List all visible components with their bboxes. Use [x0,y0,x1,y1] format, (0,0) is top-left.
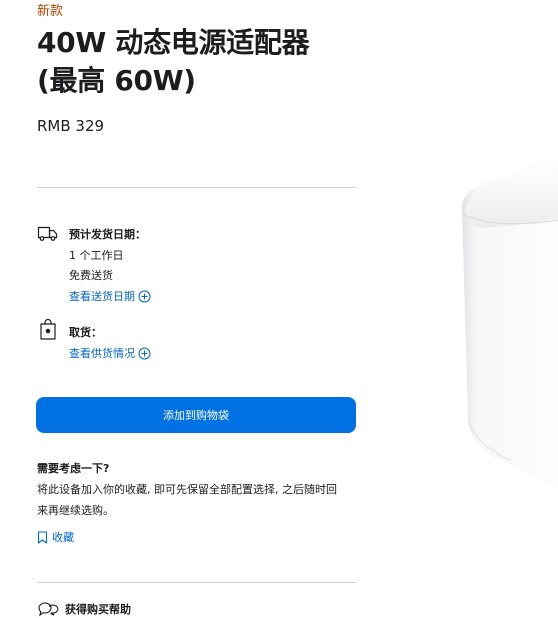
chat-bubbles-icon [38,602,59,617]
new-badge: 新款 [37,4,64,19]
check-delivery-dates-label: 查看送货日期 [69,290,135,303]
shopping-bag-icon [37,318,61,346]
product-title-line2: (最高 60W) [37,64,196,97]
help-section[interactable]: 获得购买帮助 [37,600,131,618]
product-price: RMB 329 [37,117,105,135]
save-label: 收藏 [52,531,74,544]
add-to-bag-button[interactable]: 添加到购物袋 [36,397,356,433]
delivery-free: 免费送货 [69,269,113,282]
consider-text: 将此设备加入你的收藏, 即可先保留全部配置选择, 之后随时回来再继续选购。 [37,483,337,517]
pickup-heading: 取货： [69,326,102,339]
bookmark-icon [37,530,48,544]
delivery-heading: 预计发货日期： [69,228,146,241]
divider [37,187,356,188]
check-delivery-dates-link[interactable]: 查看送货日期 [69,288,151,304]
save-link[interactable]: 收藏 [37,529,74,545]
help-label: 获得购买帮助 [65,603,131,616]
truck-icon [37,222,61,250]
delivery-time: 1 个工作日 [69,249,124,262]
product-title: 40W 动态电源适配器 (最高 60W) [37,24,367,100]
divider [37,582,356,583]
check-availability-label: 查看供货情况 [69,347,135,360]
product-title-line1: 40W 动态电源适配器 [37,26,310,59]
check-availability-link[interactable]: 查看供货情况 [69,345,151,361]
plus-circle-icon [138,290,151,302]
plus-circle-icon [138,347,151,359]
product-image [460,148,558,508]
consider-title: 需要考虑一下? [37,462,110,475]
